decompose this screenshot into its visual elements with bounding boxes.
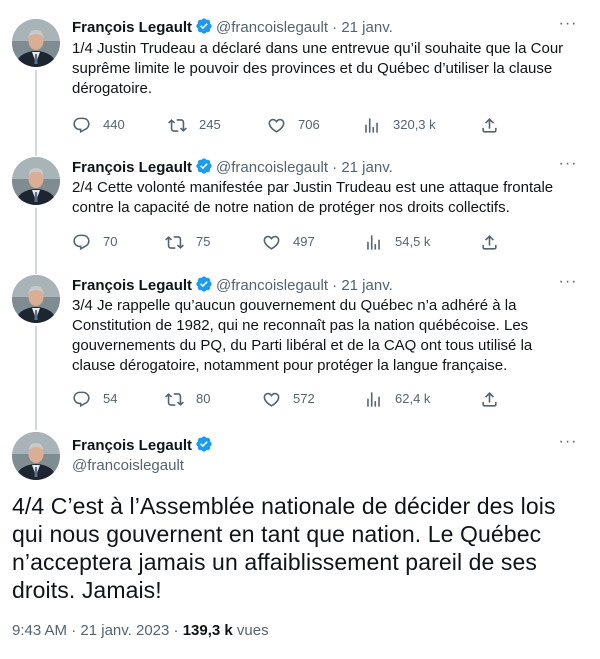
more-options-icon[interactable]: ··· [558,274,578,295]
reply-count: 70 [103,234,118,249]
tweet-header: François Legault @francoislegault · 21 ja… [72,157,393,178]
like-button[interactable]: 497 [262,232,315,252]
separator: · [332,19,338,36]
retweet-button[interactable]: 80 [165,389,210,409]
like-icon [267,116,286,135]
author-name-text[interactable]: François Legault [72,437,192,454]
views-icon [364,233,383,252]
separator: · [332,159,338,176]
author-handle[interactable]: @francoislegault [216,277,328,294]
reply-button[interactable]: 440 [72,115,125,135]
reply-button[interactable]: 70 [72,232,117,252]
retweet-icon [165,233,184,252]
separator: · [332,277,338,294]
views-button[interactable]: 320,3 k [362,115,436,135]
tweet-time[interactable]: 9:43 AM [12,622,67,639]
tweet-actions: 440 245 706 320,3 k [72,115,512,135]
reply-icon [72,116,91,135]
like-count: 572 [293,391,315,406]
views-button[interactable]: 62,4 k [364,389,430,409]
more-options-icon[interactable]: ··· [558,434,578,455]
verified-badge-icon [195,157,213,175]
like-icon [262,390,281,409]
author-handle[interactable]: @francoislegault [216,19,328,36]
tweet-date[interactable]: 21 janv. [341,19,392,36]
avatar[interactable] [12,275,60,323]
views-icon [364,390,383,409]
reply-count: 440 [103,117,125,132]
separator: · [173,622,179,639]
tweet-header: François Legault @francoislegault · 21 ja… [72,17,393,38]
main-tweet: François Legault @francoislegault ··· 4/… [0,432,600,652]
views-count: 320,3 k [393,117,436,132]
main-views-label: vues [236,622,269,639]
share-icon [480,390,499,409]
reply-icon [72,390,91,409]
reply-icon [72,233,91,252]
tweet-meta: 9:43 AM · 21 janv. 2023 · 139,3 k vues [12,621,269,641]
verified-badge-icon [195,275,213,293]
share-icon [480,116,499,135]
like-count: 706 [298,117,320,132]
thread-tweet-1[interactable]: François Legault @francoislegault · 21 ja… [0,16,600,147]
tweet-actions: 54 80 572 62,4 k [72,389,512,409]
author-name[interactable]: François Legault [72,277,192,294]
tweet-text: 1/4 Justin Trudeau a déclaré dans une en… [72,40,564,97]
tweet-text: 2/4 Cette volonté manifestée par Justin … [72,179,554,216]
like-button[interactable]: 706 [267,115,320,135]
like-button[interactable]: 572 [262,389,315,409]
thread-tweet-2[interactable]: François Legault @francoislegault · 21 ja… [0,156,600,267]
author-handle[interactable]: @francoislegault [216,159,328,176]
more-options-icon[interactable]: ··· [558,156,578,177]
retweet-button[interactable]: 75 [165,232,210,252]
tweet-date[interactable]: 21 janv. [341,277,392,294]
author-name[interactable]: François Legault [72,159,192,176]
tweet-text: 3/4 Je rappelle qu’aucun gouvernement du… [72,297,533,374]
share-button[interactable] [480,389,499,409]
thread-tweet-3[interactable]: François Legault @francoislegault · 21 ja… [0,274,600,425]
reply-count: 54 [103,391,118,406]
views-count: 54,5 k [395,234,431,249]
main-views-count[interactable]: 139,3 k [183,622,233,639]
main-tweet-text: 4/4 C’est à l’Assemblée nationale de déc… [12,493,556,603]
tweet-date[interactable]: 21 janv. [341,159,392,176]
views-icon [362,116,381,135]
avatar[interactable] [12,157,60,205]
like-count: 497 [293,234,315,249]
retweet-count: 245 [199,117,221,132]
retweet-icon [168,116,187,135]
avatar[interactable] [12,19,60,67]
tweet-header: François Legault @francoislegault · 21 ja… [72,275,393,296]
reply-button[interactable]: 54 [72,389,117,409]
views-count: 62,4 k [395,391,431,406]
share-button[interactable] [480,115,499,135]
retweet-count: 75 [196,234,211,249]
retweet-count: 80 [196,391,211,406]
tweet-full-date[interactable]: 21 janv. 2023 [80,622,169,639]
like-icon [262,233,281,252]
author-name[interactable]: François Legault [72,19,192,36]
author-name[interactable]: François Legault [72,435,216,456]
retweet-icon [165,390,184,409]
views-button[interactable]: 54,5 k [364,232,430,252]
retweet-button[interactable]: 245 [168,115,221,135]
author-handle[interactable]: @francoislegault [72,456,184,476]
share-icon [480,233,499,252]
separator: · [71,622,77,639]
tweet-actions: 70 75 497 54,5 k [72,232,512,252]
avatar[interactable] [12,432,60,480]
verified-badge-icon [195,435,213,453]
share-button[interactable] [480,232,499,252]
more-options-icon[interactable]: ··· [558,16,578,37]
verified-badge-icon [195,17,213,35]
